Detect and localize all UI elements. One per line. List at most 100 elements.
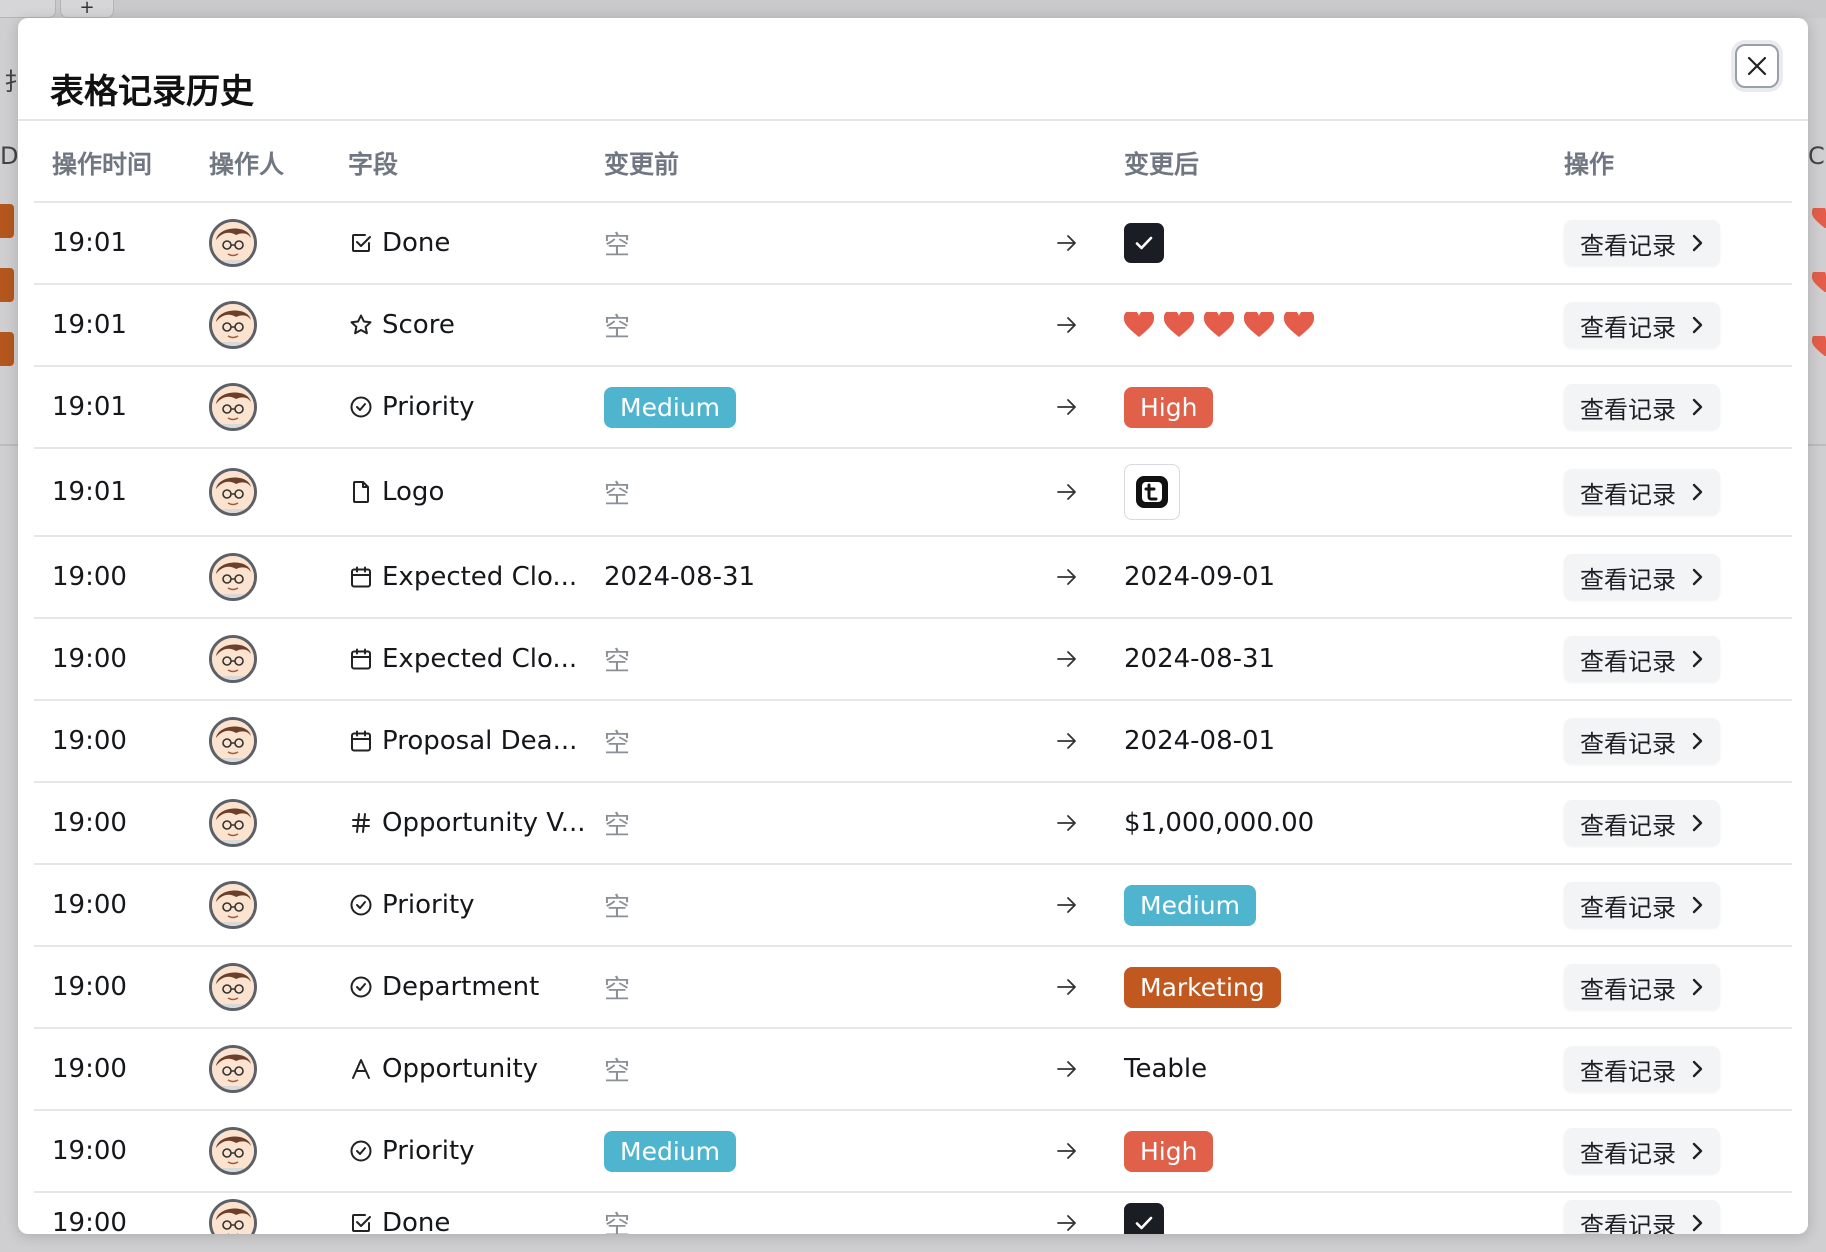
view-record-button[interactable]: 查看记录 — [1564, 1046, 1720, 1092]
chevron-right-icon — [1690, 567, 1704, 587]
dialog-title: 表格记录历史 — [50, 72, 254, 112]
operator-cell — [209, 1193, 257, 1234]
before-cell: 空 — [604, 865, 630, 945]
avatar[interactable] — [209, 553, 257, 601]
view-record-button[interactable]: 查看记录 — [1564, 718, 1720, 764]
operation-time: 19:00 — [52, 890, 127, 920]
view-record-label: 查看记录 — [1580, 1139, 1676, 1168]
arrow-right-icon — [1056, 865, 1078, 945]
view-record-button[interactable]: 查看记录 — [1564, 302, 1720, 348]
operator-cell — [209, 367, 257, 447]
field-name: Department — [382, 972, 540, 1002]
record-history-dialog: 表格记录历史 操作时间 操作人 字段 变更前 变更后 操作 19:01 Done 空… — [18, 18, 1808, 1234]
view-record-label: 查看记录 — [1580, 480, 1676, 509]
view-record-label: 查看记录 — [1580, 231, 1676, 260]
table-body: 19:01 Done 空查看记录 19:01 Score 空查看记录 19:01 Priori… — [34, 203, 1792, 1234]
chevron-right-icon — [1690, 813, 1704, 833]
avatar[interactable] — [209, 1127, 257, 1175]
table-row: 19:00 Expected Clo... 2024-08-31 2024-09-01… — [34, 537, 1792, 619]
before-cell: 空 — [604, 701, 630, 781]
arrow-right-icon — [1056, 1029, 1078, 1109]
action-cell: 查看记录 — [1564, 783, 1720, 863]
chevron-right-icon — [1690, 233, 1704, 253]
view-record-button[interactable]: 查看记录 — [1564, 800, 1720, 846]
table-row: 19:00 Proposal Dea... 空 2024-08-01 查看记录 — [34, 701, 1792, 783]
avatar[interactable] — [209, 635, 257, 683]
column-header-after: 变更后 — [1124, 150, 1200, 179]
operation-time: 19:00 — [52, 562, 127, 592]
field-name: Opportunity V... — [382, 808, 586, 838]
operation-time: 19:00 — [52, 1208, 127, 1234]
field-cell: Opportunity — [348, 1029, 538, 1109]
view-record-button[interactable]: 查看记录 — [1564, 636, 1720, 682]
after-value: 2024-08-31 — [1124, 644, 1276, 674]
after-cell: Marketing — [1124, 947, 1281, 1027]
field-cell: Proposal Dea... — [348, 701, 577, 781]
operator-cell — [209, 537, 257, 617]
operation-time: 19:01 — [52, 310, 127, 340]
field-name: Expected Clo... — [382, 644, 578, 674]
view-record-button[interactable]: 查看记录 — [1564, 1128, 1720, 1174]
close-button[interactable] — [1735, 44, 1779, 88]
view-record-button[interactable]: 查看记录 — [1564, 469, 1720, 515]
action-cell: 查看记录 — [1564, 449, 1720, 535]
view-record-label: 查看记录 — [1580, 975, 1676, 1004]
before-value: 2024-08-31 — [604, 562, 756, 592]
column-header-time: 操作时间 — [52, 150, 153, 179]
circle-check-icon — [348, 892, 374, 918]
action-cell: 查看记录 — [1564, 1029, 1720, 1109]
after-value: 2024-08-01 — [1124, 726, 1276, 756]
heart-icon — [1244, 312, 1274, 338]
background-add-tab: + — [60, 0, 114, 18]
avatar[interactable] — [209, 383, 257, 431]
background-heart-icon — [1812, 208, 1826, 228]
chevron-right-icon — [1690, 1213, 1704, 1233]
view-record-button[interactable]: 查看记录 — [1564, 554, 1720, 600]
tag-medium: Medium — [604, 386, 736, 428]
action-cell: 查看记录 — [1564, 947, 1720, 1027]
operator-cell — [209, 783, 257, 863]
after-cell: 2024-08-01 — [1124, 701, 1275, 781]
column-header-operator: 操作人 — [209, 150, 285, 179]
star-icon — [348, 312, 374, 338]
teable-logo-icon[interactable] — [1124, 464, 1180, 520]
avatar[interactable] — [209, 963, 257, 1011]
avatar[interactable] — [209, 468, 257, 516]
table-row: 19:00 Department 空 Marketing 查看记录 — [34, 947, 1792, 1029]
after-value: $1,000,000.00 — [1124, 808, 1315, 838]
view-record-button[interactable]: 查看记录 — [1564, 220, 1720, 266]
tag-medium: Medium — [1124, 884, 1256, 926]
view-record-button[interactable]: 查看记录 — [1564, 1200, 1720, 1234]
view-record-button[interactable]: 查看记录 — [1564, 882, 1720, 928]
view-record-button[interactable]: 查看记录 — [1564, 964, 1720, 1010]
before-cell: 空 — [604, 203, 630, 283]
operation-time: 19:00 — [52, 726, 127, 756]
avatar[interactable] — [209, 219, 257, 267]
circle-check-icon — [348, 1138, 374, 1164]
operator-cell — [209, 1029, 257, 1109]
column-header-action: 操作 — [1564, 150, 1615, 179]
before-cell: 空 — [604, 783, 630, 863]
avatar[interactable] — [209, 301, 257, 349]
calendar-icon — [348, 646, 374, 672]
table-row: 19:01 Priority Medium High 查看记录 — [34, 367, 1792, 449]
tag-high: High — [1124, 386, 1214, 428]
tag-marketing: Marketing — [1124, 966, 1281, 1008]
view-record-label: 查看记录 — [1580, 647, 1676, 676]
avatar[interactable] — [209, 1199, 257, 1234]
arrow-right-icon — [1056, 783, 1078, 863]
avatar[interactable] — [209, 881, 257, 929]
action-cell: 查看记录 — [1564, 285, 1720, 365]
action-cell: 查看记录 — [1564, 1193, 1720, 1234]
heart-icon — [1284, 312, 1314, 338]
arrow-right-icon — [1056, 1193, 1078, 1234]
avatar[interactable] — [209, 717, 257, 765]
view-record-button[interactable]: 查看记录 — [1564, 384, 1720, 430]
before-cell: 空 — [604, 619, 630, 699]
chevron-right-icon — [1690, 482, 1704, 502]
view-record-label: 查看记录 — [1580, 565, 1676, 594]
before-cell: 空 — [604, 285, 630, 365]
arrow-right-icon — [1056, 1111, 1078, 1191]
avatar[interactable] — [209, 1045, 257, 1093]
avatar[interactable] — [209, 799, 257, 847]
